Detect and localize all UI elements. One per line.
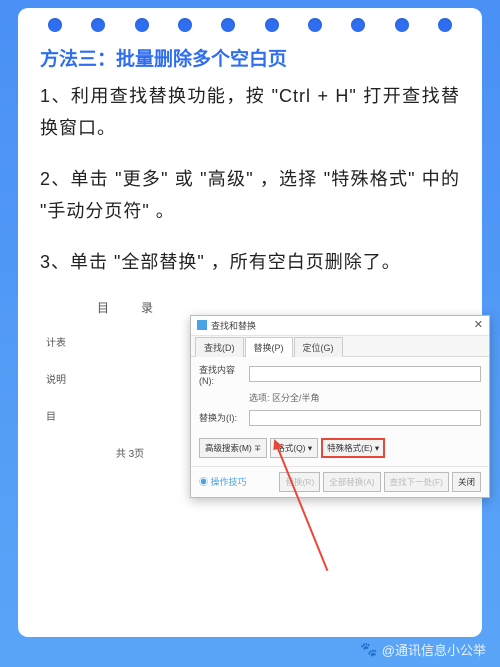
step-2: 2、单击 "更多" 或 "高级" ，选择 "特殊格式" 中的 "手动分页符" 。 <box>40 164 460 227</box>
find-next-button[interactable]: 查找下一处(F) <box>384 472 449 492</box>
special-format-button[interactable]: 特殊格式(E) ▾ <box>321 438 385 458</box>
replace-button[interactable]: 替换(R) <box>279 472 320 492</box>
tab-replace[interactable]: 替换(P) <box>245 337 293 357</box>
tab-goto[interactable]: 定位(G) <box>294 337 343 357</box>
find-replace-dialog: 查找和替换 ✕ 查找(D) 替换(P) 定位(G) 查找内容(N): 选项: 区… <box>190 315 490 498</box>
dialog-body: 查找内容(N): 选项: 区分全/半角 替换为(I): 高级搜索(M) ∓ 格式… <box>191 357 489 466</box>
close-button[interactable]: 关闭 <box>452 472 481 492</box>
dialog-titlebar[interactable]: 查找和替换 ✕ <box>191 316 489 336</box>
doc-toc-title: 目 录 <box>40 299 220 316</box>
options-label: 选项: <box>249 393 270 403</box>
tab-find[interactable]: 查找(D) <box>195 337 244 357</box>
dialog-title: 查找和替换 <box>211 319 256 332</box>
replace-all-button[interactable]: 全部替换(A) <box>323 472 380 492</box>
dialog-tabs: 查找(D) 替换(P) 定位(G) <box>191 336 489 357</box>
watermark-text: @通讯信息小公举 <box>382 640 486 659</box>
step-3: 3、单击 "全部替换" ，所有空白页删除了。 <box>40 247 460 279</box>
find-input[interactable] <box>249 366 481 382</box>
ring-holes <box>48 18 452 32</box>
method-title: 方法三：批量删除多个空白页 <box>40 44 460 71</box>
notebook-page: 方法三：批量删除多个空白页 1、利用查找替换功能，按 "Ctrl + H" 打开… <box>18 8 482 637</box>
dialog-icon <box>197 320 207 330</box>
close-icon[interactable]: ✕ <box>474 320 483 330</box>
dialog-bottom: ◉ 操作技巧 替换(R) 全部替换(A) 查找下一处(F) 关闭 <box>191 466 489 497</box>
paw-icon: 🐾 <box>360 641 377 658</box>
advanced-search-button[interactable]: 高级搜索(M) ∓ <box>199 438 267 458</box>
watermark: 🐾 @通讯信息小公举 <box>360 640 486 659</box>
tip-link[interactable]: ◉ 操作技巧 <box>199 475 247 488</box>
replace-label: 替换为(I): <box>199 411 249 424</box>
screenshot-area: 目 录 计表 1 页 说明 1 页 目 1 页 共 3页 查找和替换 ✕ 查找 <box>40 299 460 544</box>
options-value: 区分全/半角 <box>272 393 320 403</box>
find-label: 查找内容(N): <box>199 363 249 386</box>
replace-input[interactable] <box>249 410 481 426</box>
step-1: 1、利用查找替换功能，按 "Ctrl + H" 打开查找替换窗口。 <box>40 81 460 144</box>
